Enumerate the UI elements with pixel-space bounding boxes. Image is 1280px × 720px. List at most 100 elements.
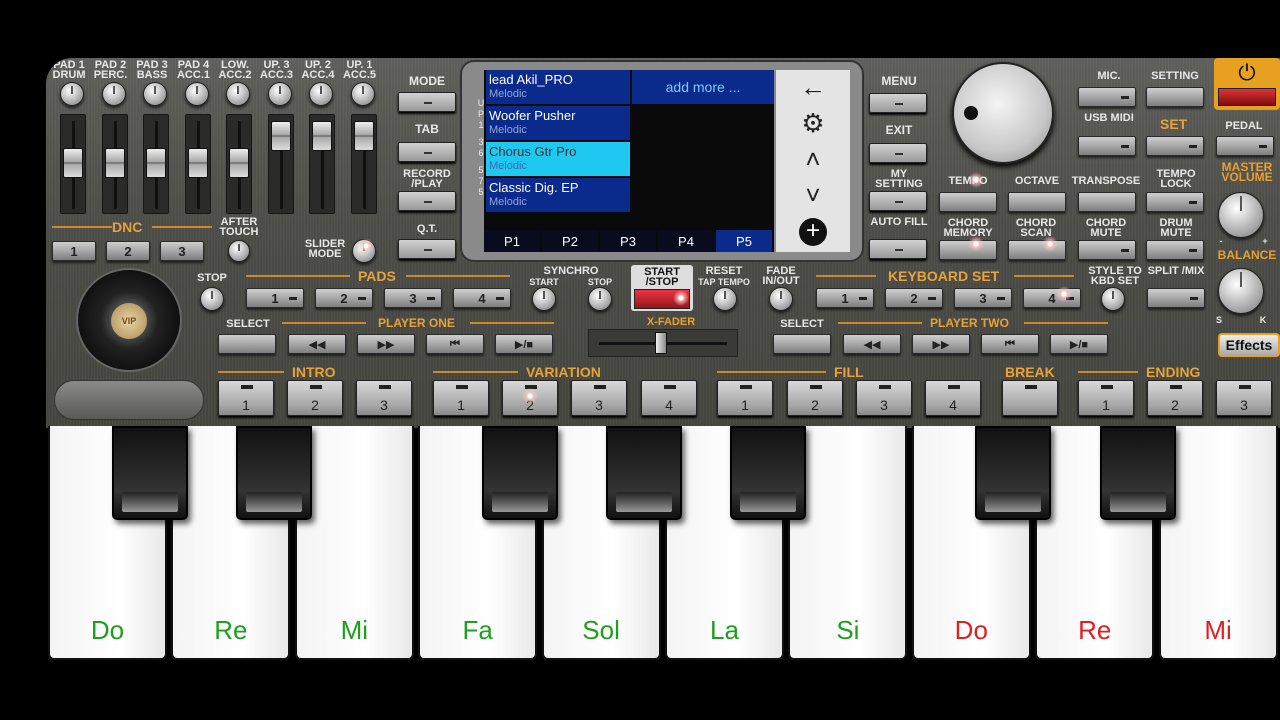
pad-knob[interactable] — [350, 82, 375, 106]
mixer-slot[interactable] — [143, 114, 169, 214]
variation-button-4[interactable]: 4 — [641, 380, 697, 416]
pad-knob[interactable] — [101, 82, 126, 106]
fill-button-1[interactable]: 1 — [717, 380, 773, 416]
my-setting-button[interactable] — [869, 191, 927, 211]
page-tab[interactable]: P5 — [716, 230, 772, 252]
fast-forward-icon[interactable]: ▶▶ — [357, 334, 415, 354]
pad-knob[interactable] — [309, 82, 333, 106]
pad-button[interactable]: 1 — [246, 288, 304, 308]
chord-memory-button[interactable] — [939, 240, 997, 260]
white-key[interactable]: Mi — [294, 426, 414, 660]
variation-button-2[interactable]: 2 — [502, 380, 558, 416]
reset-knob[interactable] — [713, 287, 737, 311]
keyboard-set-button[interactable]: 1 — [816, 288, 874, 308]
ending-button-2[interactable]: 2 — [1147, 380, 1203, 416]
balance-knob[interactable] — [1218, 268, 1264, 314]
keyboard-set-button[interactable]: 4 — [1023, 288, 1081, 308]
intro-button-3[interactable]: 3 — [356, 380, 412, 416]
fast-forward-icon[interactable]: ▶▶ — [912, 334, 970, 354]
play-stop-icon[interactable]: ▶/■ — [1050, 334, 1108, 354]
variation-button-3[interactable]: 3 — [571, 380, 627, 416]
add-more-button[interactable]: add more ... — [632, 70, 774, 104]
pad-knob[interactable] — [226, 82, 250, 106]
rewind-icon[interactable]: ◀◀ — [288, 334, 346, 354]
effects-button[interactable]: Effects — [1218, 333, 1280, 357]
octave-button[interactable] — [1008, 192, 1066, 212]
pad-knob[interactable] — [184, 82, 209, 106]
record-play-button[interactable] — [398, 191, 456, 211]
keyboard-set-button[interactable]: 2 — [885, 288, 943, 308]
play-stop-icon[interactable]: ▶/■ — [495, 334, 553, 354]
voice-slot[interactable]: Woofer Pusher Melodic — [486, 106, 630, 140]
mic-button[interactable] — [1078, 87, 1136, 107]
pad-button[interactable]: 4 — [453, 288, 511, 308]
pad-button[interactable]: 3 — [384, 288, 442, 308]
mixer-slot[interactable] — [267, 114, 294, 214]
voice-slot[interactable]: Classic Dig. EP Melodic — [486, 178, 630, 212]
chevron-up-icon[interactable]: ˄ — [776, 144, 850, 174]
set-button[interactable] — [1146, 136, 1204, 156]
split-mix-button[interactable] — [1147, 288, 1205, 308]
fill-button-3[interactable]: 3 — [856, 380, 912, 416]
xfader-handle[interactable] — [655, 332, 667, 354]
gear-icon[interactable]: ⚙ — [776, 108, 850, 138]
slider-cap[interactable] — [63, 148, 83, 178]
slider-cap[interactable] — [270, 121, 291, 151]
break-button[interactable] — [1002, 380, 1058, 416]
black-key[interactable] — [606, 426, 682, 520]
pads-stop-knob[interactable] — [200, 287, 224, 311]
voice-slot[interactable]: lead Akil_PRO Melodic — [486, 70, 630, 104]
tempo-lock-button[interactable] — [1146, 192, 1204, 212]
slider-cap[interactable] — [312, 121, 332, 151]
pad-knob[interactable] — [60, 82, 84, 106]
variation-button-1[interactable]: 1 — [433, 380, 489, 416]
exit-button[interactable] — [869, 143, 927, 163]
black-key[interactable] — [482, 426, 558, 520]
mixer-slot[interactable] — [101, 114, 128, 214]
xfader-track[interactable] — [588, 329, 738, 357]
start-stop-button[interactable] — [634, 289, 690, 309]
slider-cap[interactable] — [353, 121, 374, 151]
pad-knob[interactable] — [143, 82, 167, 106]
intro-button-1[interactable]: 1 — [218, 380, 274, 416]
slider-cap[interactable] — [229, 148, 249, 178]
white-key[interactable]: Mi — [1158, 426, 1278, 660]
fade-knob[interactable] — [769, 287, 793, 311]
pitch-bend-pad[interactable] — [54, 380, 204, 420]
chord-mute-button[interactable] — [1078, 240, 1136, 260]
chevron-down-icon[interactable]: ˅ — [776, 180, 850, 210]
menu-button[interactable] — [869, 93, 927, 113]
master-volume-knob[interactable] — [1218, 192, 1264, 238]
slider-cap[interactable] — [146, 148, 166, 178]
keyboard-set-button[interactable]: 3 — [954, 288, 1012, 308]
chord-scan-button[interactable] — [1008, 240, 1066, 260]
intro-button-2[interactable]: 2 — [287, 380, 343, 416]
page-tab[interactable]: P4 — [658, 230, 714, 252]
back-arrow-icon[interactable]: ← — [776, 72, 850, 102]
mixer-slot[interactable] — [350, 114, 377, 214]
slider-mode-knob[interactable] — [352, 239, 376, 263]
auto-fill-button[interactable] — [869, 239, 927, 259]
ending-button-3[interactable]: 3 — [1216, 380, 1272, 416]
transpose-button[interactable] — [1078, 192, 1136, 212]
skip-back-icon[interactable]: ⏮ — [981, 334, 1039, 354]
synchro-start-knob[interactable] — [532, 287, 556, 311]
drum-mute-button[interactable] — [1146, 240, 1204, 260]
player-select-button[interactable] — [218, 334, 276, 354]
mixer-slot[interactable] — [226, 114, 252, 214]
rewind-icon[interactable]: ◀◀ — [843, 334, 901, 354]
pad-button[interactable]: 2 — [315, 288, 373, 308]
pedal-button[interactable] — [1216, 136, 1274, 156]
skip-back-icon[interactable]: ⏮ — [426, 334, 484, 354]
mode-button[interactable] — [398, 92, 456, 112]
setting-button[interactable] — [1146, 87, 1204, 107]
power-button[interactable] — [1218, 88, 1276, 106]
black-key[interactable] — [730, 426, 806, 520]
dnc-button-2[interactable]: 2 — [106, 241, 150, 261]
usb-midi-button[interactable] — [1078, 136, 1136, 156]
style-to-kbd-knob[interactable] — [1101, 287, 1125, 311]
page-tab[interactable]: P3 — [600, 230, 656, 252]
black-key[interactable] — [236, 426, 312, 520]
black-key[interactable] — [112, 426, 188, 520]
page-tab[interactable]: P1 — [484, 230, 540, 252]
